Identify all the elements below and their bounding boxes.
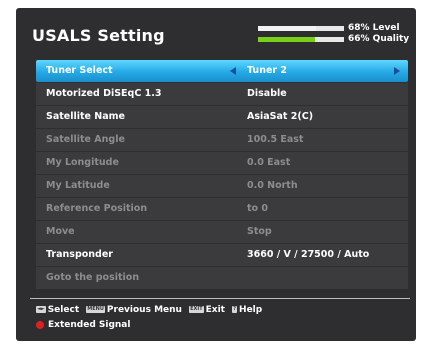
row-value: Disable	[247, 88, 287, 99]
row-value: Tuner 2	[247, 65, 288, 76]
row-value: Stop	[247, 226, 272, 237]
signal-quality-text: 66% Quality	[348, 34, 410, 44]
red-button-icon	[36, 320, 44, 329]
satellite-name-row[interactable]: Satellite Name AsiaSat 2(C)	[36, 106, 408, 128]
reference-position-row: Reference Position to 0	[36, 198, 408, 220]
signal-level-bar	[258, 26, 344, 31]
page-title: USALS Setting	[32, 26, 165, 45]
move-row: Move Stop	[36, 221, 408, 243]
satellite-angle-row: Satellite Angle 100.5 East	[36, 129, 408, 151]
row-label: Move	[46, 226, 75, 237]
motorized-diseqc-row[interactable]: Motorized DiSEqC 1.3 Disable	[36, 83, 408, 105]
signal-quality-bar	[258, 37, 344, 42]
row-value: 0.0 North	[247, 180, 298, 191]
left-right-key-icon: ◄►	[36, 306, 46, 313]
goto-position-row: Goto the position	[36, 267, 408, 289]
usals-setting-screen: USALS Setting 68% Level 66% Quality Tune…	[16, 8, 416, 341]
row-label: Transponder	[46, 249, 113, 260]
signal-quality-fill	[258, 37, 315, 42]
row-label: Satellite Name	[46, 111, 126, 122]
help-bar: ◄► Select MENU Previous Menu EXIT Exit ? Hel…	[36, 303, 266, 332]
exit-key-icon: EXIT	[189, 306, 204, 313]
signal-level-fill	[258, 26, 317, 31]
help-exit-label: Exit	[205, 305, 225, 315]
row-value: 0.0 East	[247, 157, 291, 168]
row-label: Goto the position	[46, 272, 140, 283]
help-exit: EXIT Exit	[189, 303, 225, 317]
row-label: Reference Position	[46, 203, 148, 214]
settings-list: Tuner Select Tuner 2 Motorized DiSEqC 1.…	[36, 60, 408, 290]
signal-level-text: 68% Level	[348, 23, 400, 33]
help-select: ◄► Select	[36, 303, 79, 317]
help-help: ? Help	[232, 303, 262, 317]
help-menu: MENU Previous Menu	[86, 303, 182, 317]
row-value: to 0	[247, 203, 268, 214]
row-value: 3660 / V / 27500 / Auto	[247, 249, 370, 260]
tuner-select-row[interactable]: Tuner Select Tuner 2	[36, 60, 408, 82]
row-label: My Longitude	[46, 157, 119, 168]
help-key-icon: ?	[232, 306, 238, 313]
transponder-row[interactable]: Transponder 3660 / V / 27500 / Auto	[36, 244, 408, 266]
row-label: Satellite Angle	[46, 134, 125, 145]
arrow-left-icon[interactable]	[230, 67, 236, 75]
my-longitude-row: My Longitude 0.0 East	[36, 152, 408, 174]
help-select-label: Select	[47, 305, 80, 315]
row-label: Tuner Select	[46, 65, 113, 76]
row-label: My Latitude	[46, 180, 110, 191]
menu-key-icon: MENU	[86, 306, 105, 313]
help-menu-label: Previous Menu	[106, 305, 182, 315]
row-value: 100.5 East	[247, 134, 304, 145]
help-extended: Extended Signal	[36, 318, 266, 332]
row-value: AsiaSat 2(C)	[247, 111, 314, 122]
help-extended-label: Extended Signal	[48, 320, 131, 330]
help-help-label: Help	[239, 305, 263, 315]
help-divider	[30, 298, 410, 299]
row-label: Motorized DiSEqC 1.3	[46, 88, 162, 99]
my-latitude-row: My Latitude 0.0 North	[36, 175, 408, 197]
arrow-right-icon[interactable]	[394, 67, 400, 75]
